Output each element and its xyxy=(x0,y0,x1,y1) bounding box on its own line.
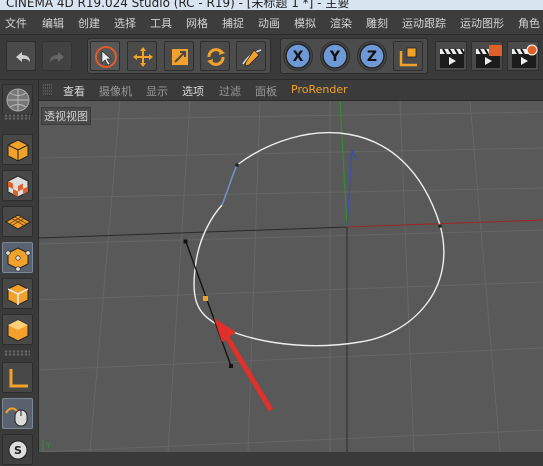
scale-icon xyxy=(172,49,188,65)
undo-button[interactable] xyxy=(6,41,36,71)
y-axis-icon: Y xyxy=(322,43,348,69)
clapboard-gear-icon xyxy=(512,44,538,68)
menu-select[interactable]: 选择 xyxy=(114,15,136,31)
svg-text:Z: Z xyxy=(367,49,377,65)
globe-grid-icon xyxy=(6,88,30,112)
palette-grip-2 xyxy=(4,350,30,356)
edges-cube-icon xyxy=(7,283,29,306)
menu-snap[interactable]: 捕捉 xyxy=(222,15,244,31)
viewport-menu-prorender[interactable]: ProRender xyxy=(291,83,348,96)
viewport-menu-cameras[interactable]: 摄像机 xyxy=(99,83,132,99)
x-axis-icon: X xyxy=(285,43,311,69)
snap-icon: S xyxy=(8,440,28,460)
menu-motion-tracker[interactable]: 运动跟踪 xyxy=(402,15,446,31)
main-menubar: 文件 编辑 创建 选择 工具 网格 捕捉 动画 模拟 渲染 雕刻 运动跟踪 运动… xyxy=(0,10,543,35)
move-arrows-icon xyxy=(133,47,153,67)
points-mode-button[interactable] xyxy=(2,242,33,273)
edges-mode-button[interactable] xyxy=(2,278,33,309)
pen-spline-icon xyxy=(242,49,262,67)
cube-orange-icon xyxy=(7,139,29,162)
axis-corner-icon xyxy=(9,369,28,388)
window-titlebar: CINEMA 4D R19.024 Studio (RC - R19) - [未… xyxy=(0,0,543,10)
texture-mode-button[interactable] xyxy=(2,170,33,201)
menu-character[interactable]: 角色 xyxy=(518,15,540,31)
render-view-button[interactable] xyxy=(435,41,467,71)
viewport-menu-options[interactable]: 选项 xyxy=(182,83,204,99)
mouse-icon xyxy=(5,407,28,427)
rotate-tool-button[interactable] xyxy=(200,41,230,71)
view-axis-y-label: Y xyxy=(45,441,51,450)
selected-spline-point[interactable] xyxy=(203,296,208,301)
z-axis-icon: Z xyxy=(359,43,385,69)
y-axis-lock-button[interactable]: Y xyxy=(320,41,350,71)
world-y-axis xyxy=(339,101,348,228)
enable-axis-button[interactable] xyxy=(2,362,33,393)
viewport-menu-display[interactable]: 显示 xyxy=(146,83,168,99)
main-toolbar: X Y Z xyxy=(0,35,543,80)
mode-palette: S xyxy=(0,80,39,465)
selection-cursor-icon xyxy=(95,46,117,68)
object-axis-handle[interactable] xyxy=(348,150,358,161)
viewport-menubar: 查看 摄像机 显示 选项 过滤 面板 ProRender xyxy=(39,80,543,101)
clapboard-play-icon xyxy=(476,45,502,68)
polygons-mode-button[interactable] xyxy=(2,314,33,345)
coordinate-system-button[interactable] xyxy=(393,41,423,71)
tangent-handle-line[interactable] xyxy=(185,241,232,367)
viewport-menu-panel[interactable]: 面板 xyxy=(255,83,277,99)
menu-tools[interactable]: 工具 xyxy=(150,15,172,31)
redo-button[interactable] xyxy=(42,41,72,71)
annotation-arrow xyxy=(222,332,274,412)
render-settings-button[interactable] xyxy=(507,41,539,71)
render-picture-viewer-button[interactable] xyxy=(471,41,503,71)
menu-edit[interactable]: 编辑 xyxy=(42,15,64,31)
svg-text:S: S xyxy=(14,444,22,457)
spline-selected-segment[interactable] xyxy=(221,164,238,206)
live-selection-button[interactable] xyxy=(90,41,120,71)
menu-animate[interactable]: 动画 xyxy=(258,15,280,31)
tangent-handle-start[interactable] xyxy=(183,239,188,244)
world-coordinates-icon xyxy=(399,47,417,67)
pen-tool-button[interactable] xyxy=(236,41,266,71)
menu-mograph[interactable]: 运动图形 xyxy=(460,15,504,31)
world-z-axis xyxy=(346,149,353,228)
spline-point[interactable] xyxy=(438,224,442,228)
tangent-handle-end[interactable] xyxy=(229,364,233,368)
menu-sculpt[interactable]: 雕刻 xyxy=(366,15,388,31)
world-x-axis xyxy=(346,219,543,228)
viewport-grip-icon[interactable] xyxy=(41,83,55,97)
checker-cube-icon xyxy=(7,175,29,198)
menu-create[interactable]: 创建 xyxy=(78,15,100,31)
rotate-icon xyxy=(207,48,225,66)
svg-text:X: X xyxy=(293,49,304,65)
polygons-cube-icon xyxy=(7,319,29,342)
floor-grid xyxy=(39,101,543,452)
viewport-menu-filter[interactable]: 过滤 xyxy=(219,83,241,99)
make-editable-button[interactable] xyxy=(2,84,33,115)
menu-file[interactable]: 文件 xyxy=(5,15,27,31)
menu-mesh[interactable]: 网格 xyxy=(186,15,208,31)
undo-icon xyxy=(16,52,30,62)
move-tool-button[interactable] xyxy=(127,41,157,71)
menu-simulate[interactable]: 模拟 xyxy=(294,15,316,31)
viewport-canvas[interactable]: Y xyxy=(39,101,543,452)
workplane-mode-button[interactable] xyxy=(2,206,33,237)
viewport-menu-view[interactable]: 查看 xyxy=(63,83,85,99)
tweak-mode-button[interactable] xyxy=(2,398,33,429)
points-cube-icon xyxy=(5,247,31,272)
x-axis-lock-button[interactable]: X xyxy=(283,41,313,71)
perspective-viewport[interactable]: Y 透视视图 xyxy=(39,101,543,452)
scale-tool-button[interactable] xyxy=(164,41,194,71)
grid-plane-icon xyxy=(5,214,31,230)
palette-grip xyxy=(4,114,30,120)
spline-point[interactable] xyxy=(235,163,239,167)
redo-icon xyxy=(50,52,64,62)
svg-text:Y: Y xyxy=(329,49,341,65)
clapboard-icon xyxy=(440,48,465,68)
model-mode-button[interactable] xyxy=(2,134,33,165)
viewport-title[interactable]: 透视视图 xyxy=(41,107,91,125)
menu-render[interactable]: 渲染 xyxy=(330,15,352,31)
z-axis-lock-button[interactable]: Z xyxy=(357,41,387,71)
window-title: CINEMA 4D R19.024 Studio (RC - R19) - [未… xyxy=(6,0,350,10)
snap-button[interactable]: S xyxy=(2,434,33,465)
